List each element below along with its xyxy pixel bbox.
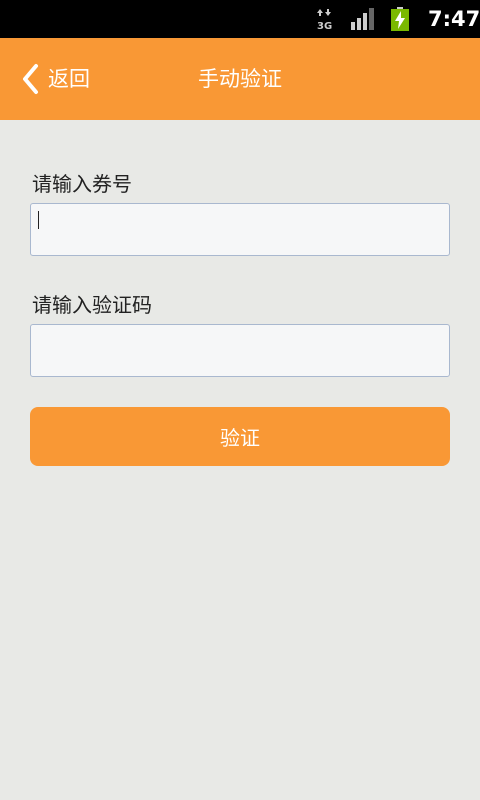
data-3g-icon: 3G bbox=[317, 9, 332, 30]
verify-button[interactable]: 验证 bbox=[30, 407, 450, 466]
title-bar: 手动验证 返回 bbox=[0, 38, 480, 120]
text-cursor bbox=[38, 211, 39, 229]
coupon-number-label: 请输入券号 bbox=[32, 172, 132, 196]
status-bar: 3G 7:47 bbox=[0, 0, 480, 38]
chevron-left-icon bbox=[23, 64, 38, 94]
coupon-number-input[interactable] bbox=[30, 203, 450, 256]
status-time: 7:47 bbox=[428, 7, 480, 31]
network-type-label: 3G bbox=[317, 21, 332, 30]
back-label: 返回 bbox=[48, 67, 90, 91]
back-button[interactable]: 返回 bbox=[20, 62, 90, 96]
verification-code-input[interactable] bbox=[30, 324, 450, 377]
battery-charging-icon bbox=[391, 7, 409, 31]
signal-strength-icon bbox=[351, 8, 374, 30]
verification-code-label: 请输入验证码 bbox=[32, 293, 152, 317]
